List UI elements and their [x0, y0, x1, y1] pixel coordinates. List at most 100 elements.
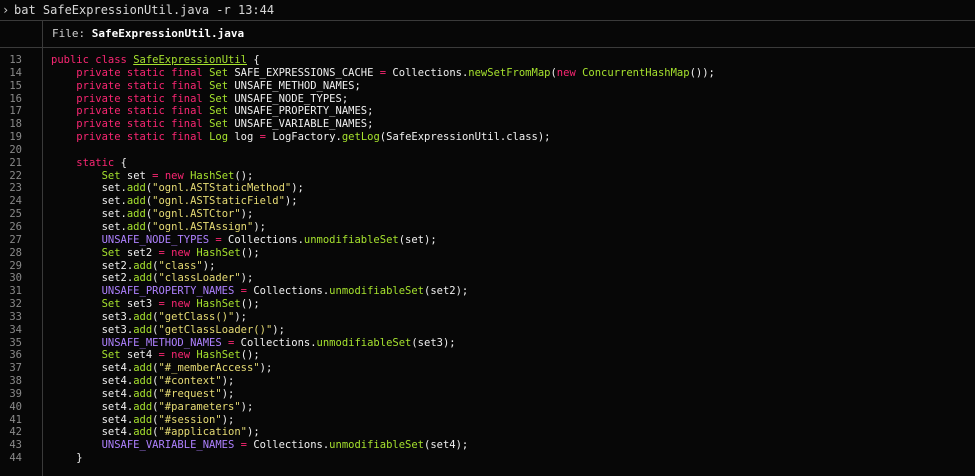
code-line: 30 set2.add("classLoader");: [0, 272, 975, 285]
line-source: set4.add("#_memberAccess");: [51, 362, 273, 375]
line-source: Set set2 = new HashSet();: [51, 247, 260, 260]
line-number: 25: [9, 208, 22, 221]
code-token: );: [259, 362, 273, 375]
code-token: =: [259, 131, 273, 144]
line-number: 37: [9, 362, 22, 375]
code-token: = new: [158, 349, 197, 362]
code-token: "ognl.ASTAssign": [152, 220, 254, 233]
code-token: add: [133, 310, 153, 323]
code-token: = new: [158, 298, 197, 311]
code-token: set.: [51, 195, 127, 208]
code-line: 15 private static final Set UNSAFE_METHO…: [0, 80, 975, 93]
code-token: unmodifiableSet: [316, 336, 412, 349]
file-header: File: SafeExpressionUtil.java: [52, 23, 244, 45]
top-divider: [0, 20, 975, 21]
line-number: 44: [9, 452, 22, 465]
line-source: private static final Set UNSAFE_PROPERTY…: [51, 105, 373, 118]
code-token: set4.: [51, 362, 134, 375]
code-line: 32 Set set3 = new HashSet();: [0, 298, 975, 311]
code-token: );: [284, 195, 298, 208]
code-token: UNSAFE_VARIABLE_NAMES: [101, 439, 241, 452]
file-label: File:: [52, 27, 86, 40]
code-token: );: [240, 400, 254, 413]
code-token: unmodifiableSet: [329, 285, 424, 298]
code-token: Collections.: [392, 66, 469, 79]
code-line: 25 set.add("ognl.ASTCtor");: [0, 208, 975, 221]
line-source: Set set = new HashSet();: [51, 170, 254, 183]
code-token: add: [133, 387, 153, 400]
code-token: );: [221, 375, 235, 388]
code-token: add: [133, 259, 153, 272]
line-source: private static final Log log = LogFactor…: [51, 131, 550, 144]
code-token: );: [240, 208, 254, 221]
code-line: 33 set3.add("getClass()");: [0, 311, 975, 324]
code-line: 14 private static final Set SAFE_EXPRESS…: [0, 67, 975, 80]
code-line: 44 }: [0, 452, 975, 465]
code-token: Set: [209, 105, 235, 118]
code-line: 35 UNSAFE_METHOD_NAMES = Collections.unm…: [0, 337, 975, 350]
code-token: set2: [126, 246, 159, 259]
code-token: private static final: [76, 105, 210, 118]
code-token: add: [133, 413, 153, 426]
code-token: set4: [126, 349, 159, 362]
code-token: Log: [209, 131, 235, 144]
line-number: 31: [9, 285, 22, 298]
code-line: 24 set.add("ognl.ASTStaticField");: [0, 195, 975, 208]
terminal-title-bar: › bat SafeExpressionUtil.java -r 13:44: [0, 0, 975, 20]
code-token: getLog: [341, 131, 380, 144]
code-line: 43 UNSAFE_VARIABLE_NAMES = Collections.u…: [0, 439, 975, 452]
code-token: (set);: [398, 233, 437, 246]
line-source: private static final Set UNSAFE_METHOD_N…: [51, 80, 361, 93]
code-token: ();: [240, 349, 260, 362]
line-source: UNSAFE_NODE_TYPES = Collections.unmodifi…: [51, 234, 437, 247]
code-token: Set: [209, 79, 235, 92]
line-number: 22: [9, 169, 22, 182]
code-line: 13 public class SafeExpressionUtil {: [0, 54, 975, 67]
terminal-command: bat SafeExpressionUtil.java -r 13:44: [14, 3, 275, 17]
code-view[interactable]: 13 public class SafeExpressionUtil {14 pr…: [0, 54, 975, 465]
code-line: 28 Set set2 = new HashSet();: [0, 247, 975, 260]
line-number: 19: [9, 131, 22, 144]
code-token: ());: [689, 66, 715, 79]
code-token: add: [133, 323, 153, 336]
line-number: 36: [9, 349, 22, 362]
code-token: =: [379, 66, 393, 79]
line-source: set.add("ognl.ASTAssign");: [51, 221, 266, 234]
line-number: 38: [9, 375, 22, 388]
code-token: (set3);: [411, 336, 456, 349]
code-token: );: [291, 182, 304, 195]
line-number: 17: [9, 105, 22, 118]
line-source: set4.add("#request");: [51, 387, 235, 401]
code-token: UNSAFE_PROPERTY_NAMES;: [234, 105, 374, 118]
code-token: "#parameters": [158, 400, 241, 413]
code-token: =: [240, 285, 254, 298]
code-line: 19 private static final Log log = LogFac…: [0, 131, 975, 144]
line-source: static {: [51, 157, 127, 170]
line-number: 13: [9, 54, 22, 66]
code-token: public: [51, 54, 96, 66]
code-token: Set: [209, 66, 235, 79]
code-token: set3: [126, 298, 159, 311]
code-token: UNSAFE_VARIABLE_NAMES;: [234, 118, 374, 131]
code-token: "ognl.ASTCtor": [152, 208, 241, 221]
line-number: 39: [9, 387, 22, 400]
code-token: SAFE_EXPRESSIONS_CACHE: [234, 66, 380, 79]
code-token: HashSet: [196, 349, 241, 362]
line-number: 20: [9, 143, 22, 156]
code-token: set3.: [51, 310, 134, 323]
code-token: UNSAFE_METHOD_NAMES;: [234, 79, 361, 92]
code-line: 42 set4.add("#application");: [0, 426, 975, 439]
code-token: {: [120, 156, 127, 169]
line-number: 43: [9, 439, 22, 452]
code-line: 37 set4.add("#_memberAccess");: [0, 362, 975, 375]
prompt-chevron-icon: ›: [2, 3, 10, 17]
line-source: private static final Set UNSAFE_VARIABLE…: [51, 118, 373, 131]
line-number: 26: [9, 220, 22, 233]
